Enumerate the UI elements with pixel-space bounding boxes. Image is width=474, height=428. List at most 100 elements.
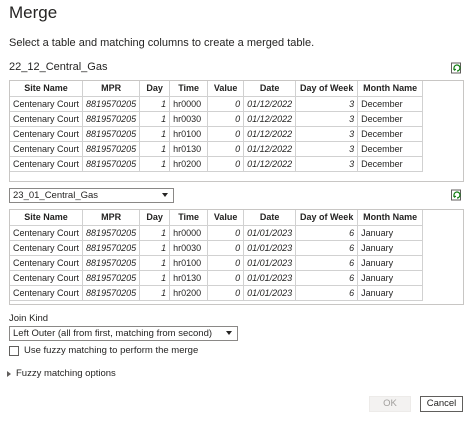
dialog-title: Merge [9, 3, 58, 22]
table-cell: 0 [207, 284, 245, 301]
chevron-down-icon [162, 193, 168, 197]
table-cell: 0 [207, 239, 245, 256]
second-table-select-value: 23_01_Central_Gas [13, 190, 99, 201]
ok-button[interactable]: OK [369, 396, 411, 412]
column-header[interactable]: MPR [82, 210, 141, 226]
table-row: Centenary Court 8819570205 1 hr0200 0 01/01/2… [10, 284, 424, 301]
table-cell: 8819570205 [82, 140, 141, 157]
table-cell: 8819570205 [82, 239, 141, 256]
table-cell: 1 [139, 269, 171, 286]
column-header[interactable]: Value [207, 210, 245, 226]
fuzzy-options-label: Fuzzy matching options [16, 368, 116, 379]
table-cell: 0 [207, 125, 245, 142]
column-header[interactable]: Month Name [357, 210, 424, 226]
table-row: Centenary Court 8819570205 1 hr0100 0 01/12/2… [10, 125, 424, 142]
first-table-name: 22_12_Central_Gas [9, 61, 108, 73]
column-header[interactable]: Site Name [10, 81, 84, 97]
table-cell: December [357, 125, 424, 142]
table-cell: hr0030 [169, 239, 209, 256]
table-cell: December [357, 140, 424, 157]
column-header[interactable]: Day [139, 210, 171, 226]
table-row: Centenary Court 8819570205 1 hr0030 0 01/01/2… [10, 239, 424, 256]
table-cell: Centenary Court [10, 110, 84, 127]
table-cell: 3 [295, 110, 359, 127]
table-cell: Centenary Court [10, 239, 84, 256]
column-header[interactable]: Time [169, 210, 209, 226]
table-cell: 8819570205 [82, 95, 141, 112]
table-cell: January [357, 254, 424, 271]
join-kind-select-value: Left Outer (all from first, matching fro… [13, 328, 213, 339]
table-cell: 3 [295, 95, 359, 112]
table-row: Centenary Court 8819570205 1 hr0130 0 01/12/2… [10, 140, 424, 157]
table-cell: December [357, 95, 424, 112]
join-kind-select[interactable]: Left Outer (all from first, matching fro… [9, 326, 238, 341]
table-cell: 01/01/2023 [243, 284, 297, 301]
column-header[interactable]: Day of Week [295, 210, 359, 226]
table-cell: 01/01/2023 [243, 224, 297, 241]
table-cell: January [357, 224, 424, 241]
table-cell: Centenary Court [10, 95, 84, 112]
table-cell: 1 [139, 140, 171, 157]
fuzzy-matching-checkbox[interactable] [9, 345, 19, 356]
table-cell: hr0130 [169, 140, 209, 157]
table-cell: 8819570205 [82, 254, 141, 271]
cancel-button[interactable]: Cancel [420, 396, 463, 412]
table-cell: January [357, 269, 424, 286]
first-table-preview[interactable]: Site Name MPR Day Time Value Date Day of Week M… [9, 80, 464, 182]
table-row: Centenary Court 8819570205 1 hr0100 0 01/01/2… [10, 254, 424, 271]
chevron-down-icon [226, 331, 232, 335]
table-cell: hr0100 [169, 125, 209, 142]
table-row: Centenary Court 8819570205 1 hr0000 0 01/12/2… [10, 95, 424, 112]
table-cell: 1 [139, 239, 171, 256]
table-cell: Centenary Court [10, 269, 84, 286]
table-cell: hr0100 [169, 254, 209, 271]
table-cell: Centenary Court [10, 224, 84, 241]
table-row: Centenary Court 8819570205 1 hr0200 0 01/12/2… [10, 155, 424, 172]
table-cell: 01/12/2022 [243, 125, 297, 142]
table-cell: 8819570205 [82, 284, 141, 301]
fuzzy-matching-checkbox-row[interactable]: Use fuzzy matching to perform the merge [9, 345, 198, 356]
table-cell: 0 [207, 110, 245, 127]
table-cell: Centenary Court [10, 125, 84, 142]
table-cell: 8819570205 [82, 110, 141, 127]
table-cell: 01/01/2023 [243, 254, 297, 271]
column-header[interactable]: Month Name [357, 81, 424, 97]
table-row: Centenary Court 8819570205 1 hr0000 0 01/01/2… [10, 224, 424, 241]
refresh-preview-icon[interactable] [450, 61, 464, 75]
table-header-row: Site Name MPR Day Time Value Date Day of Week M… [10, 81, 424, 97]
table-cell: 6 [295, 284, 359, 301]
table-row: Centenary Court 8819570205 1 hr0130 0 01/01/2… [10, 269, 424, 286]
table-cell: 01/12/2022 [243, 155, 297, 172]
fuzzy-matching-label: Use fuzzy matching to perform the merge [24, 345, 199, 356]
table-cell: 0 [207, 224, 245, 241]
refresh-preview-icon[interactable] [450, 188, 464, 202]
table-cell: 1 [139, 254, 171, 271]
column-header[interactable]: MPR [82, 81, 141, 97]
column-header[interactable]: Site Name [10, 210, 84, 226]
table-cell: 01/12/2022 [243, 95, 297, 112]
table-cell: 1 [139, 110, 171, 127]
column-header[interactable]: Date [243, 81, 297, 97]
table-cell: 1 [139, 125, 171, 142]
table-cell: 0 [207, 155, 245, 172]
table-cell: 0 [207, 254, 245, 271]
table-cell: Centenary Court [10, 155, 84, 172]
second-table-select[interactable]: 23_01_Central_Gas [9, 188, 174, 203]
fuzzy-options-expander[interactable]: Fuzzy matching options [7, 368, 116, 379]
table-cell: 1 [139, 284, 171, 301]
dialog-subtitle: Select a table and matching columns to c… [9, 37, 315, 49]
table-cell: 6 [295, 269, 359, 286]
table-cell: December [357, 110, 424, 127]
column-header[interactable]: Date [243, 210, 297, 226]
second-table-preview[interactable]: Site Name MPR Day Time Value Date Day of Week M… [9, 209, 464, 305]
expand-triangle-icon [7, 370, 11, 377]
column-header[interactable]: Day [139, 81, 171, 97]
first-table-grid: Site Name MPR Day Time Value Date Day of Week M… [10, 81, 424, 172]
table-cell: 1 [139, 224, 171, 241]
table-cell: hr0130 [169, 269, 209, 286]
table-cell: 1 [139, 95, 171, 112]
column-header[interactable]: Value [207, 81, 245, 97]
column-header[interactable]: Time [169, 81, 209, 97]
table-cell: hr0000 [169, 224, 209, 241]
column-header[interactable]: Day of Week [295, 81, 359, 97]
